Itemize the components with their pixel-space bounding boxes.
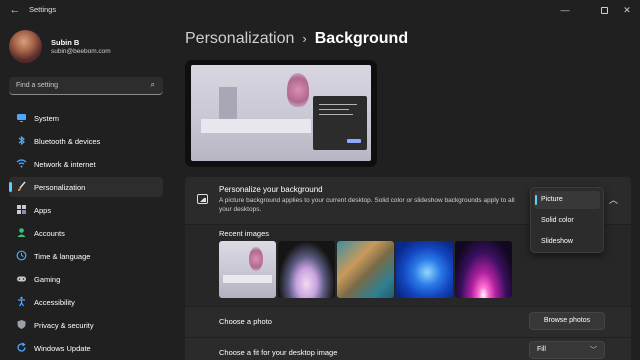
- shield-icon: [16, 319, 27, 330]
- sidebar-item-network[interactable]: Network & internet: [9, 154, 163, 174]
- choose-fit-label: Choose a fit for your desktop image: [219, 348, 338, 357]
- gamepad-icon: [16, 273, 27, 284]
- back-arrow-icon[interactable]: ←: [8, 3, 22, 17]
- sidebar-item-label: Gaming: [34, 275, 61, 284]
- breadcrumb-parent[interactable]: Personalization: [185, 30, 294, 47]
- sidebar-item-time-language[interactable]: Time & language: [9, 246, 163, 266]
- monitor-icon: [16, 112, 27, 123]
- sidebar-item-label: Personalization: [34, 183, 86, 192]
- dropdown-option-slideshow[interactable]: Slideshow: [534, 233, 600, 251]
- search-icon: ⌕: [150, 80, 155, 89]
- browse-photos-button[interactable]: Browse photos: [529, 312, 605, 330]
- dropdown-option-label: Slideshow: [541, 238, 573, 245]
- sidebar-item-apps[interactable]: Apps: [9, 200, 163, 220]
- chevron-up-icon[interactable]: ︿: [609, 193, 618, 206]
- globe-clock-icon: [16, 250, 27, 261]
- recent-image-thumbnail[interactable]: [455, 241, 512, 298]
- search-placeholder: Find a setting: [16, 82, 59, 89]
- sidebar-item-label: Network & internet: [34, 160, 96, 169]
- person-icon: [16, 227, 27, 238]
- accessibility-icon: [16, 296, 27, 307]
- sidebar-item-personalization[interactable]: Personalization: [9, 177, 163, 197]
- close-button[interactable]: ✕: [612, 0, 640, 20]
- chevron-down-icon: ﹀: [590, 347, 597, 354]
- sidebar-item-system[interactable]: System: [9, 108, 163, 128]
- recent-image-thumbnail[interactable]: [337, 241, 394, 298]
- avatar[interactable]: [9, 30, 42, 63]
- recent-image-thumbnail[interactable]: [396, 241, 453, 298]
- sidebar-item-label: Accounts: [34, 229, 65, 238]
- sidebar-item-accounts[interactable]: Accounts: [9, 223, 163, 243]
- desktop-preview-image: [191, 65, 371, 161]
- background-type-dropdown[interactable]: Picture Solid color Slideshow: [530, 187, 604, 253]
- recent-image-thumbnail[interactable]: [219, 241, 276, 298]
- selection-indicator: [9, 182, 12, 192]
- sidebar-item-windows-update[interactable]: Windows Update: [9, 338, 163, 358]
- picture-icon: [197, 194, 208, 204]
- search-input[interactable]: Find a setting ⌕: [9, 77, 163, 95]
- recent-images-title: Recent images: [219, 229, 270, 238]
- wifi-icon: [16, 158, 27, 169]
- sidebar-item-label: Privacy & security: [34, 321, 94, 330]
- update-icon: [16, 342, 27, 353]
- profile-name: Subin B: [51, 38, 80, 47]
- dropdown-option-label: Picture: [541, 196, 563, 203]
- breadcrumb-separator: ›: [302, 31, 307, 46]
- sidebar-item-label: Apps: [34, 206, 52, 215]
- fit-select[interactable]: Fill ﹀: [529, 341, 605, 359]
- sidebar-item-label: Windows Update: [34, 344, 91, 353]
- minimize-button[interactable]: —: [550, 0, 580, 20]
- apps-icon: [16, 204, 27, 215]
- profile-email: subin@beebom.com: [51, 48, 111, 55]
- sidebar-item-label: Bluetooth & devices: [34, 137, 101, 146]
- brush-icon: [16, 181, 27, 192]
- recent-image-thumbnail[interactable]: [278, 241, 335, 298]
- dropdown-option-picture[interactable]: Picture: [534, 191, 600, 209]
- title-bar: ← Settings — ✕: [0, 0, 640, 20]
- choose-fit-row: Choose a fit for your desktop image Fill…: [185, 338, 631, 360]
- choose-photo-label: Choose a photo: [219, 317, 272, 326]
- card-description: A picture background applies to your cur…: [219, 197, 515, 213]
- dropdown-option-label: Solid color: [541, 217, 574, 224]
- breadcrumb: Personalization › Background: [185, 30, 408, 48]
- sidebar-item-label: Time & language: [34, 252, 91, 261]
- sidebar-item-gaming[interactable]: Gaming: [9, 269, 163, 289]
- sidebar-item-label: Accessibility: [34, 298, 75, 307]
- choose-photo-row: Choose a photo Browse photos: [185, 307, 631, 337]
- dropdown-option-solid-color[interactable]: Solid color: [534, 212, 600, 230]
- page-title: Background: [314, 30, 409, 47]
- bluetooth-icon: [16, 135, 27, 146]
- card-title: Personalize your background: [219, 185, 323, 194]
- sidebar-item-label: System: [34, 114, 60, 123]
- sidebar-item-bluetooth[interactable]: Bluetooth & devices: [9, 131, 163, 151]
- sidebar-item-privacy-security[interactable]: Privacy & security: [9, 315, 163, 335]
- window-title: Settings: [29, 5, 57, 14]
- selection-indicator: [535, 195, 537, 205]
- fit-select-value: Fill: [537, 346, 546, 353]
- sidebar-item-accessibility[interactable]: Accessibility: [9, 292, 163, 312]
